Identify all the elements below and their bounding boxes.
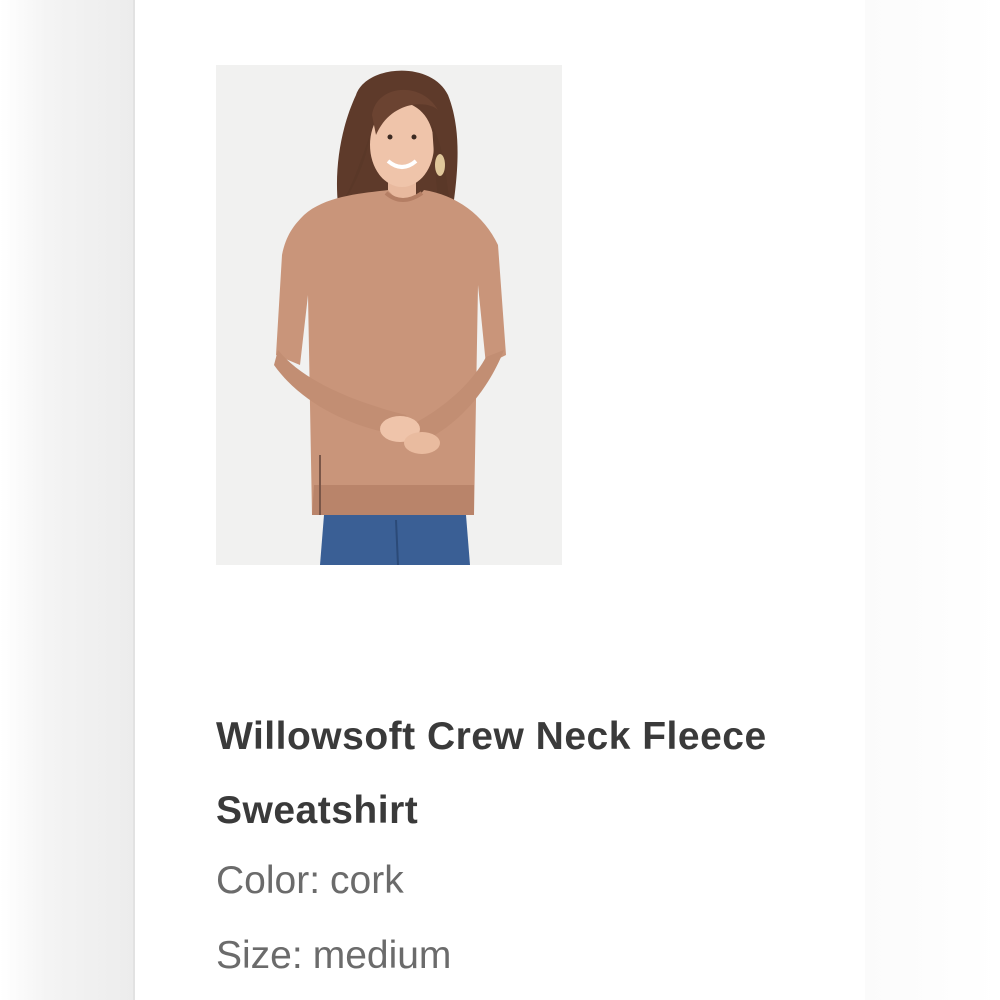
size-label: Size:	[216, 934, 303, 977]
product-color-row: Color: cork	[216, 856, 404, 906]
left-backdrop	[0, 0, 135, 1000]
product-size-row: Size: medium	[216, 931, 451, 981]
product-title: Willowsoft Crew Neck Fleece Sweatshirt	[216, 715, 767, 832]
right-backdrop	[865, 0, 1000, 1000]
product-photo-illustration	[216, 65, 562, 565]
product-card: Willowsoft Crew Neck Fleece Sweatshirt C…	[135, 0, 865, 1000]
size-value: medium	[312, 934, 452, 977]
product-photo[interactable]	[216, 65, 562, 565]
listing-page: Willowsoft Crew Neck Fleece Sweatshirt C…	[0, 0, 1000, 1000]
color-value: cork	[330, 859, 404, 902]
color-label: Color:	[216, 859, 321, 902]
